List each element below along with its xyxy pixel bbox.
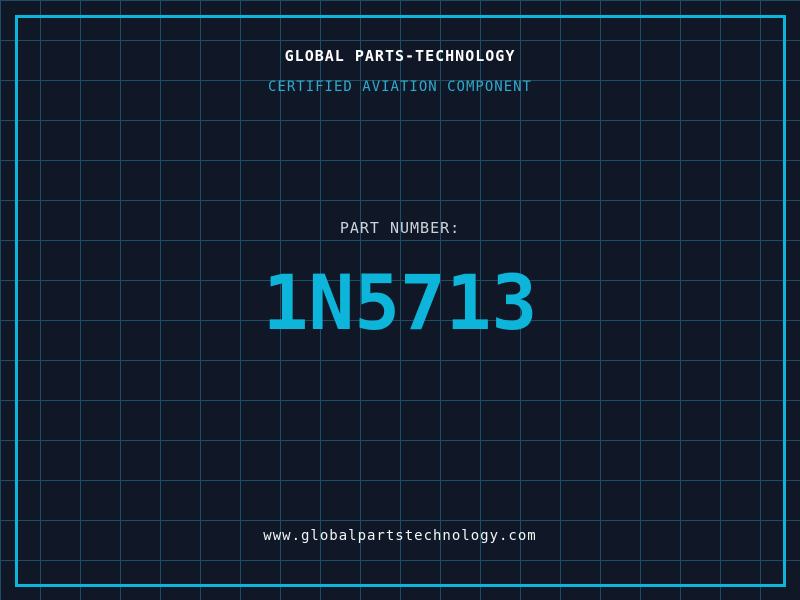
part-label-card: GLOBAL PARTS-TECHNOLOGY CERTIFIED AVIATI… — [0, 0, 800, 600]
website-url: www.globalpartstechnology.com — [263, 528, 537, 544]
certification-subtitle: CERTIFIED AVIATION COMPONENT — [267, 79, 532, 95]
part-number-value: 1N5713 — [262, 258, 538, 347]
company-name: GLOBAL PARTS-TECHNOLOGY — [284, 47, 516, 65]
part-number-label: PART NUMBER: — [339, 219, 461, 237]
